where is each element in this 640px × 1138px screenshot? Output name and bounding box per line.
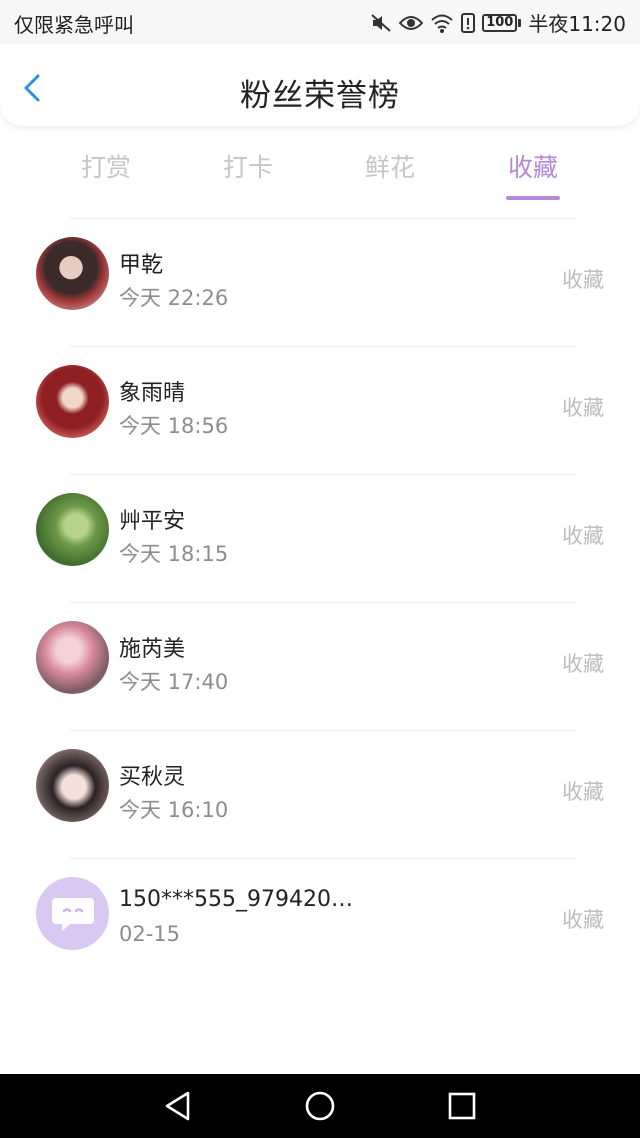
battery-level: 100 (482, 13, 518, 32)
tab-flowers[interactable]: 鲜花 (330, 148, 450, 184)
battery-icon: 100 (482, 13, 522, 32)
fan-time: 今天 18:15 (119, 542, 229, 566)
avatar (36, 493, 109, 566)
avatar (36, 621, 109, 694)
alert-icon (461, 12, 476, 33)
fan-time: 今天 22:26 (119, 286, 229, 310)
fan-time: 今天 17:40 (119, 670, 229, 694)
nav-back-button[interactable] (160, 1088, 196, 1124)
fan-name: 甲乾 (119, 253, 164, 278)
tab-bar: 打赏 打卡 鲜花 收藏 (0, 140, 640, 202)
system-nav-bar (0, 1074, 640, 1138)
emergency-call-text: 仅限紧急呼叫 (14, 13, 134, 37)
wifi-icon (430, 13, 454, 33)
fan-name: 施芮美 (119, 637, 186, 662)
list-item[interactable]: 买秋灵 今天 16:10 收藏 (0, 731, 640, 859)
list-item[interactable]: 象雨晴 今天 18:56 收藏 (0, 347, 640, 475)
mute-icon (370, 13, 392, 33)
action-label: 收藏 (562, 396, 604, 420)
avatar (36, 365, 109, 438)
fan-time: 今天 16:10 (119, 798, 229, 822)
page-title: 粉丝荣誉榜 (240, 78, 400, 114)
tab-favorites-label: 收藏 (507, 153, 558, 182)
action-label: 收藏 (562, 908, 604, 932)
tab-favorites[interactable]: 收藏 (473, 148, 593, 200)
fan-name: 150***555_9794200... (119, 887, 359, 912)
status-icons: 100 半夜11:20 (370, 8, 626, 37)
eye-icon (399, 14, 424, 32)
recents-square-icon (448, 1092, 476, 1120)
clock-text: 半夜11:20 (528, 12, 626, 36)
list-item[interactable]: 施芮美 今天 17:40 收藏 (0, 603, 640, 731)
fan-name: 象雨晴 (119, 381, 186, 406)
nav-home-button[interactable] (302, 1088, 338, 1124)
avatar (36, 237, 109, 310)
back-triangle-icon (165, 1091, 190, 1121)
home-circle-icon (305, 1091, 335, 1121)
active-tab-indicator (506, 196, 560, 200)
fan-time: 02-15 (119, 922, 181, 946)
nav-recents-button[interactable] (444, 1088, 480, 1124)
list-item[interactable]: 艸平安 今天 18:15 收藏 (0, 475, 640, 603)
tab-checkin[interactable]: 打卡 (188, 148, 308, 184)
chat-bubble-icon (51, 897, 94, 931)
avatar (36, 877, 109, 950)
fan-name: 买秋灵 (119, 765, 186, 790)
fan-list: 甲乾 今天 22:26 收藏 象雨晴 今天 18:56 收藏 艸平安 今天 18… (0, 219, 640, 987)
list-item[interactable]: 甲乾 今天 22:26 收藏 (0, 219, 640, 347)
fan-name: 艸平安 (119, 509, 186, 534)
list-item[interactable]: 150***555_9794200... 02-15 收藏 (0, 859, 640, 987)
action-label: 收藏 (562, 268, 604, 292)
header: 粉丝荣誉榜 (0, 44, 640, 126)
action-label: 收藏 (562, 780, 604, 804)
avatar (36, 749, 109, 822)
fan-time: 今天 18:56 (119, 414, 229, 438)
action-label: 收藏 (562, 652, 604, 676)
action-label: 收藏 (562, 524, 604, 548)
tab-reward[interactable]: 打赏 (46, 148, 166, 184)
status-bar: 仅限紧急呼叫 100 半夜11:20 (0, 0, 640, 44)
